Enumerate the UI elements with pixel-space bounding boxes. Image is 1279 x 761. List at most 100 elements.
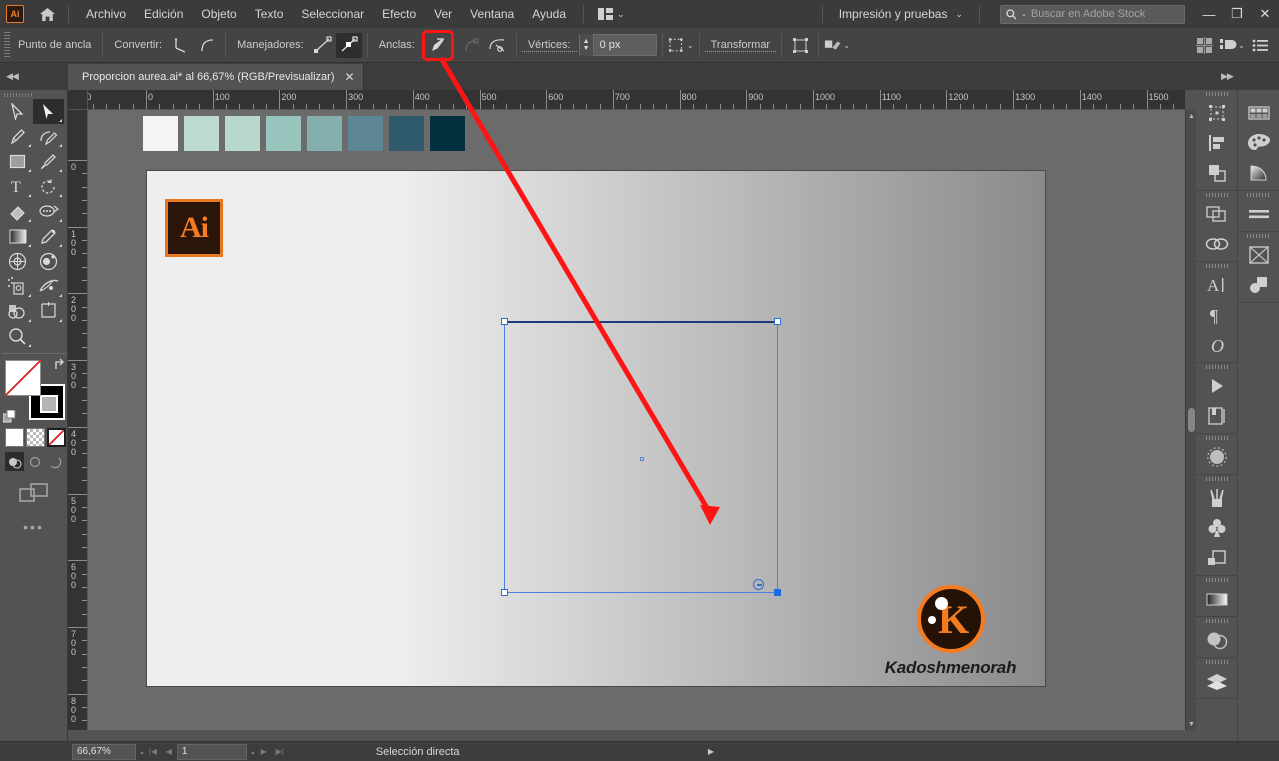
reshape-icon[interactable]	[787, 33, 813, 58]
swatch-4[interactable]	[266, 116, 301, 151]
document-tab[interactable]: Proporcion aurea.ai* al 66,67% (RGB/Prev…	[68, 64, 364, 90]
graphic-style-icon[interactable]: ⌄	[824, 33, 850, 58]
ai-logo-artwork[interactable]: Ai	[165, 199, 223, 257]
menu-ventana[interactable]: Ventana	[461, 3, 523, 25]
close-icon[interactable]: ✕	[345, 70, 355, 84]
draw-normal-button[interactable]	[5, 452, 24, 471]
draw-behind-button[interactable]	[25, 452, 44, 471]
last-artboard-button[interactable]: ▶|	[272, 744, 288, 760]
swatches-panel-icon[interactable]	[1238, 98, 1279, 128]
panel-group-b2-gripper[interactable]	[1238, 191, 1278, 199]
arrange-documents-button[interactable]: ⌄	[592, 5, 631, 23]
chevron-down-icon[interactable]: ⌄	[1238, 41, 1245, 50]
glyphs-panel-icon[interactable]: O	[1196, 330, 1237, 360]
remove-anchor-point-icon[interactable]	[421, 29, 454, 61]
corner-radius-stepper[interactable]: ▲ ▼	[579, 34, 594, 56]
artboard[interactable]: Ai K Kadoshmenorah	[146, 170, 1046, 687]
transparency-panel-icon[interactable]	[1196, 625, 1237, 655]
links-panel-icon[interactable]	[1196, 229, 1237, 259]
transform-panel-icon[interactable]	[1196, 98, 1237, 128]
swap-fill-stroke-icon[interactable]	[53, 358, 67, 372]
current-tool-label[interactable]: Selección directa	[376, 746, 460, 758]
collapse-right-icon[interactable]: ▶▶	[1221, 71, 1234, 82]
panel-group-1-gripper[interactable]	[1196, 90, 1237, 98]
rectangle-tool[interactable]	[2, 149, 33, 174]
panel-group-2-gripper[interactable]	[1196, 191, 1237, 199]
control-bar-gripper[interactable]	[2, 32, 12, 58]
align-panel-icon[interactable]	[1196, 128, 1237, 158]
color-panel-icon[interactable]	[1238, 128, 1279, 158]
stepper-down-icon[interactable]: ▼	[583, 45, 590, 52]
right-dock-collapse[interactable]: ▶▶	[1195, 63, 1279, 90]
draw-inside-button[interactable]	[45, 452, 64, 471]
menu-seleccionar[interactable]: Seleccionar	[292, 3, 373, 25]
pages-panel-icon[interactable]	[1196, 401, 1237, 431]
workspace-switcher[interactable]: Impresión y pruebas ⌄	[808, 5, 994, 23]
anchor-bottom-right[interactable]	[774, 589, 781, 596]
convert-to-smooth-icon[interactable]	[194, 33, 220, 58]
chevron-down-icon[interactable]: ⌄	[687, 41, 694, 50]
menu-archivo[interactable]: Archivo	[77, 3, 135, 25]
artboards-panel-icon[interactable]	[1196, 199, 1237, 229]
menu-efecto[interactable]: Efecto	[373, 3, 425, 25]
cut-path-at-anchor-icon[interactable]	[485, 33, 511, 58]
menu-edicion[interactable]: Edición	[135, 3, 192, 25]
anchor-top-left[interactable]	[501, 318, 508, 325]
perspective-grid-tool[interactable]	[33, 274, 64, 299]
corner-radius-value[interactable]: 0 px	[594, 39, 656, 51]
shape-builder-tool[interactable]	[2, 299, 33, 324]
appearance-panel-icon[interactable]	[1196, 442, 1237, 472]
panel-group-7-gripper[interactable]	[1196, 576, 1237, 584]
gradient-tool[interactable]	[2, 224, 33, 249]
arrange-objects-icon[interactable]: ⌄	[1219, 33, 1245, 58]
symbols-panel-icon[interactable]	[1196, 513, 1237, 543]
panel-group-5-gripper[interactable]	[1196, 434, 1237, 442]
search-input[interactable]	[1030, 8, 1179, 20]
tools-panel-gripper[interactable]	[0, 90, 67, 99]
vertical-scrollbar[interactable]: ▲ ▼	[1185, 110, 1196, 730]
menu-ver[interactable]: Ver	[425, 3, 461, 25]
artboard-number-field[interactable]: 1	[176, 743, 247, 760]
artboard-canvas[interactable]: Ai K Kadoshmenorah	[88, 110, 1185, 730]
show-handles-icon[interactable]	[310, 33, 336, 58]
swatch-6[interactable]	[348, 116, 383, 151]
mesh-tool[interactable]	[2, 249, 33, 274]
artboard-tool[interactable]	[33, 299, 64, 324]
brushes-panel-icon[interactable]	[1196, 483, 1237, 513]
color-swatch-button[interactable]	[5, 428, 24, 447]
swatch-2[interactable]	[184, 116, 219, 151]
first-artboard-button[interactable]: |◀	[145, 744, 161, 760]
panel-group-4-gripper[interactable]	[1196, 363, 1237, 371]
swatch-8[interactable]	[430, 116, 465, 151]
previous-artboard-button[interactable]: ◀	[161, 744, 177, 760]
panel-menu-icon[interactable]	[1247, 33, 1273, 58]
none-swatch-button[interactable]	[47, 428, 66, 447]
selected-rectangle[interactable]	[501, 318, 781, 596]
brand-logo-artwork[interactable]: K Kadoshmenorah	[858, 585, 1043, 678]
horizontal-ruler[interactable]: 0001002003004005006007008009001000110012…	[88, 90, 1185, 110]
eyedropper-tool[interactable]	[33, 224, 64, 249]
convert-to-corner-icon[interactable]	[168, 33, 194, 58]
zoom-tool[interactable]	[2, 324, 33, 349]
panel-group-9-gripper[interactable]	[1196, 658, 1237, 666]
actions-panel-icon[interactable]	[1196, 371, 1237, 401]
anchor-bottom-left[interactable]	[501, 589, 508, 596]
vertical-ruler[interactable]: 0 100 200 300 400 500 600 700 800	[68, 110, 88, 730]
gradient-panel-icon[interactable]	[1196, 584, 1237, 614]
asset-export-panel-icon[interactable]	[1238, 270, 1279, 300]
color-guide-panel-icon[interactable]	[1238, 158, 1279, 188]
gradient-swatch-button[interactable]	[26, 428, 45, 447]
swatch-7[interactable]	[389, 116, 424, 151]
transform-label[interactable]: Transformar	[704, 39, 777, 52]
selection-tool[interactable]	[2, 99, 33, 124]
swatch-3[interactable]	[225, 116, 260, 151]
width-tool[interactable]	[33, 199, 64, 224]
anchor-top-right[interactable]	[774, 318, 781, 325]
blend-tool[interactable]	[33, 249, 64, 274]
menu-texto[interactable]: Texto	[246, 3, 293, 25]
panel-group-6-gripper[interactable]	[1196, 475, 1237, 483]
menu-objeto[interactable]: Objeto	[192, 3, 245, 25]
home-icon[interactable]	[34, 0, 60, 28]
pathfinder-panel-icon[interactable]	[1196, 158, 1237, 188]
swatch-5[interactable]	[307, 116, 342, 151]
